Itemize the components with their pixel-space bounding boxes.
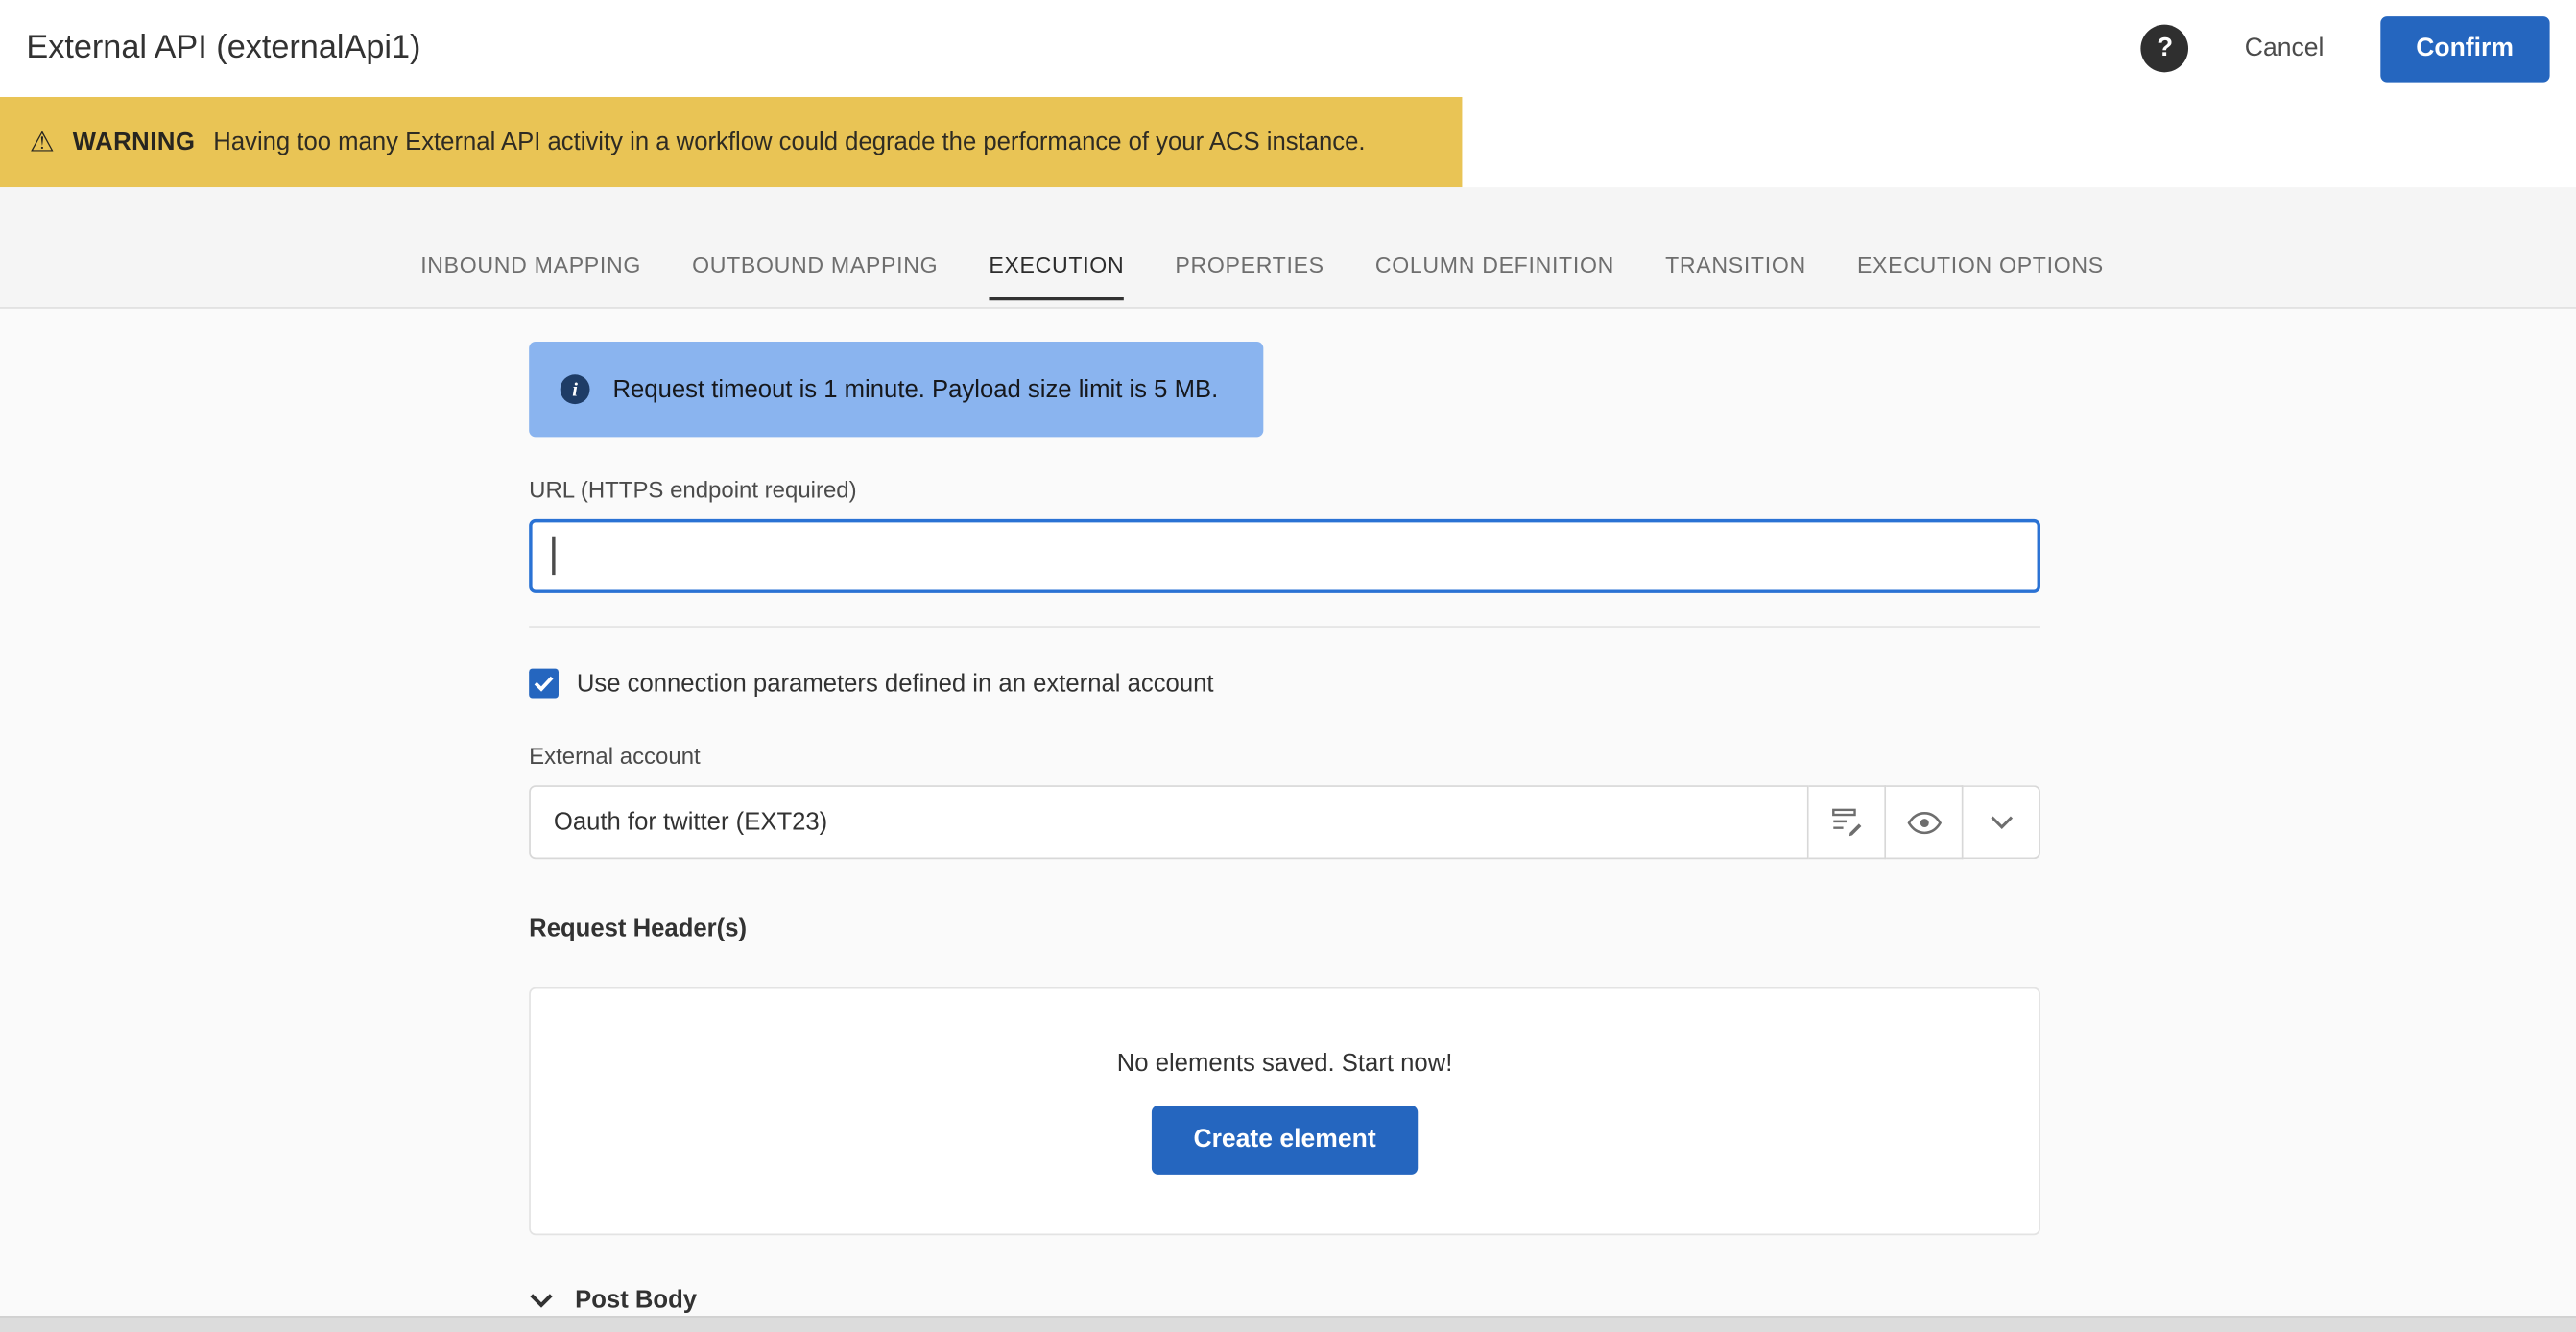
- help-icon[interactable]: ?: [2141, 25, 2189, 73]
- external-account-value[interactable]: Oauth for twitter (EXT23): [529, 785, 1808, 859]
- use-connection-parameters-checkbox[interactable]: [529, 669, 559, 699]
- external-account-value-text: Oauth for twitter (EXT23): [554, 808, 827, 836]
- info-icon: i: [561, 374, 590, 404]
- url-field-wrap: [529, 519, 2040, 593]
- warning-label: WARNING: [73, 129, 196, 156]
- cancel-button[interactable]: Cancel: [2235, 32, 2334, 64]
- info-banner: i Request timeout is 1 minute. Payload s…: [529, 342, 1263, 437]
- tab-column-definition[interactable]: COLUMN DEFINITION: [1375, 253, 1614, 301]
- url-field-label: URL (HTTPS endpoint required): [529, 476, 2576, 502]
- app-window: External API (externalApi1) ? Cancel Con…: [0, 0, 2576, 1332]
- external-account-row: Oauth for twitter (EXT23): [529, 785, 2040, 859]
- bottom-strip: [0, 1316, 2576, 1332]
- warning-icon: ⚠: [30, 129, 55, 156]
- request-headers-empty-state: No elements saved. Start now! Create ele…: [529, 987, 2040, 1235]
- tab-properties[interactable]: PROPERTIES: [1175, 253, 1324, 301]
- tabs: INBOUND MAPPING OUTBOUND MAPPING EXECUTI…: [0, 187, 2576, 307]
- checkmark-icon: [534, 676, 554, 692]
- post-body-title: Post Body: [575, 1286, 697, 1314]
- eye-icon: [1906, 811, 1941, 834]
- tab-transition[interactable]: TRANSITION: [1665, 253, 1806, 301]
- top-bar: External API (externalApi1) ? Cancel Con…: [0, 0, 2576, 97]
- divider: [529, 626, 2040, 628]
- tab-outbound-mapping[interactable]: OUTBOUND MAPPING: [692, 253, 938, 301]
- create-element-button[interactable]: Create element: [1153, 1105, 1418, 1174]
- request-headers-title: Request Header(s): [529, 915, 2576, 942]
- help-icon-glyph: ?: [2157, 34, 2173, 63]
- chevron-down-icon: [529, 1293, 554, 1307]
- post-body-section-toggle[interactable]: Post Body: [529, 1286, 2576, 1314]
- empty-state-text: No elements saved. Start now!: [1117, 1049, 1453, 1077]
- text-caret: [552, 537, 555, 575]
- page-title: External API (externalApi1): [26, 30, 2141, 67]
- url-input[interactable]: [529, 519, 2040, 593]
- tab-strip: INBOUND MAPPING OUTBOUND MAPPING EXECUTI…: [0, 187, 2576, 309]
- confirm-button[interactable]: Confirm: [2380, 15, 2550, 81]
- external-account-label: External account: [529, 743, 2576, 769]
- warning-banner-row: ⚠ WARNING Having too many External API a…: [0, 97, 2576, 187]
- info-icon-glyph: i: [572, 377, 578, 402]
- external-account-dropdown-button[interactable]: [1964, 785, 2040, 859]
- tab-execution[interactable]: EXECUTION: [989, 253, 1124, 301]
- info-message: Request timeout is 1 minute. Payload siz…: [612, 375, 1218, 403]
- edit-list-icon: [1831, 807, 1863, 837]
- chevron-down-icon: [1989, 815, 2014, 829]
- tab-inbound-mapping[interactable]: INBOUND MAPPING: [420, 253, 641, 301]
- warning-message: Having too many External API activity in…: [213, 129, 1365, 156]
- execution-panel: i Request timeout is 1 minute. Payload s…: [0, 309, 2576, 1332]
- view-external-account-button[interactable]: [1886, 785, 1963, 859]
- use-connection-parameters-label: Use connection parameters defined in an …: [577, 670, 1214, 698]
- use-connection-parameters-row[interactable]: Use connection parameters defined in an …: [529, 669, 2576, 699]
- edit-external-account-button[interactable]: [1809, 785, 1886, 859]
- warning-banner: ⚠ WARNING Having too many External API a…: [0, 97, 1462, 187]
- tab-execution-options[interactable]: EXECUTION OPTIONS: [1857, 253, 2104, 301]
